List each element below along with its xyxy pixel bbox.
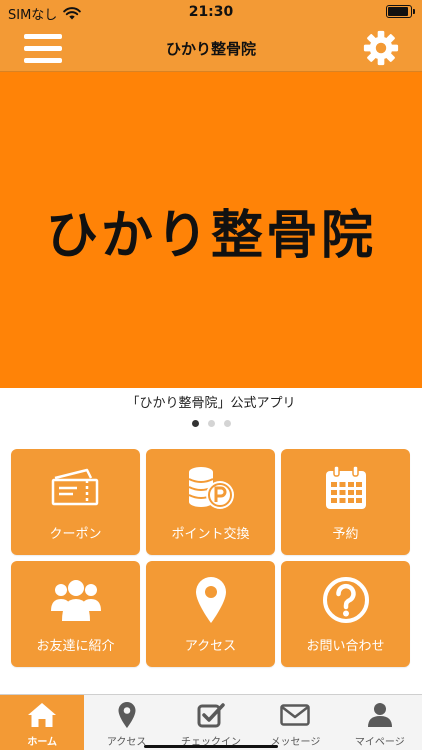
tab-checkin[interactable]: チェックイン bbox=[169, 695, 253, 750]
coupon-button[interactable]: クーポン bbox=[11, 449, 140, 555]
status-time: 21:30 bbox=[188, 4, 234, 20]
carousel-dots bbox=[0, 420, 422, 427]
home-indicator bbox=[0, 745, 422, 748]
envelope-icon bbox=[280, 704, 311, 726]
tile-label: クーポン bbox=[49, 527, 102, 542]
ticket-icon bbox=[51, 468, 98, 506]
banner-text: ひかり整骨院 bbox=[45, 205, 376, 266]
tile-label: お問い合わせ bbox=[306, 639, 385, 654]
user-icon bbox=[367, 703, 392, 727]
carousel-dot[interactable] bbox=[191, 420, 199, 427]
banner-carousel[interactable]: ひかり整骨院 bbox=[0, 72, 422, 388]
banner-caption: 「ひかり整骨院」公式アプリ bbox=[126, 396, 296, 411]
gear-icon[interactable] bbox=[362, 29, 400, 67]
group-icon bbox=[50, 580, 101, 621]
tile-label: お友達に紹介 bbox=[36, 639, 115, 654]
tile-label: アクセス bbox=[184, 639, 237, 654]
refer-friend-button[interactable]: お友達に紹介 bbox=[11, 561, 140, 667]
tile-label: ポイント交換 bbox=[171, 527, 250, 542]
home-icon bbox=[28, 703, 57, 727]
tile-label: 予約 bbox=[332, 527, 359, 542]
coins-point-icon bbox=[188, 467, 234, 509]
carousel-dot[interactable] bbox=[207, 420, 215, 427]
status-bar: SIMなし 21:30 bbox=[0, 0, 422, 24]
map-pin-icon bbox=[118, 702, 136, 728]
tab-message[interactable]: メッセージ bbox=[253, 695, 337, 750]
tab-bar: ホーム アクセス チェックイン メッセージ マイページ bbox=[0, 694, 422, 750]
battery-icon bbox=[386, 5, 415, 18]
reservation-button[interactable]: 予約 bbox=[281, 449, 410, 555]
calendar-icon bbox=[325, 465, 366, 509]
page-title: ひかり整骨院 bbox=[165, 40, 256, 58]
menu-grid: クーポン ポイント交換 予約 お友達に紹介 アクセス お問い合わせ bbox=[11, 449, 411, 667]
carousel-dot[interactable] bbox=[223, 420, 231, 427]
tab-home[interactable]: ホーム bbox=[0, 695, 85, 750]
map-pin-icon bbox=[195, 577, 226, 623]
contact-button[interactable]: お問い合わせ bbox=[281, 561, 410, 667]
tab-mypage[interactable]: マイページ bbox=[338, 695, 422, 750]
point-exchange-button[interactable]: ポイント交換 bbox=[146, 449, 275, 555]
tab-access[interactable]: アクセス bbox=[84, 695, 168, 750]
nav-bar: ひかり整骨院 bbox=[0, 24, 422, 72]
checkbox-icon bbox=[197, 703, 225, 728]
access-button[interactable]: アクセス bbox=[146, 561, 275, 667]
question-icon bbox=[322, 577, 369, 623]
